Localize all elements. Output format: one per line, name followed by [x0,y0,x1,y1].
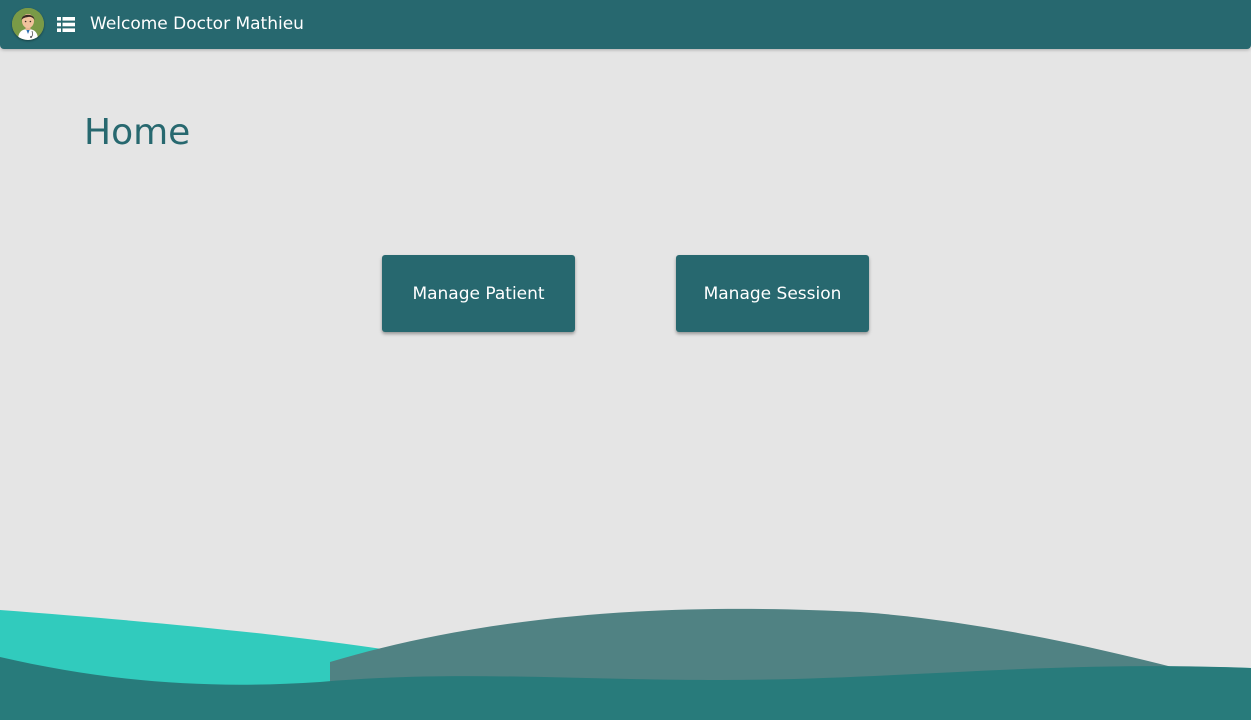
manage-session-button[interactable]: Manage Session [676,255,869,332]
top-app-bar: Welcome Doctor Mathieu [0,0,1251,49]
doctor-avatar-icon[interactable] [12,8,44,40]
list-menu-icon[interactable] [57,17,75,32]
manage-patient-button[interactable]: Manage Patient [382,255,575,332]
footer-wave-decoration [0,608,1251,720]
welcome-message: Welcome Doctor Mathieu [90,14,304,34]
page-title: Home [84,112,191,153]
